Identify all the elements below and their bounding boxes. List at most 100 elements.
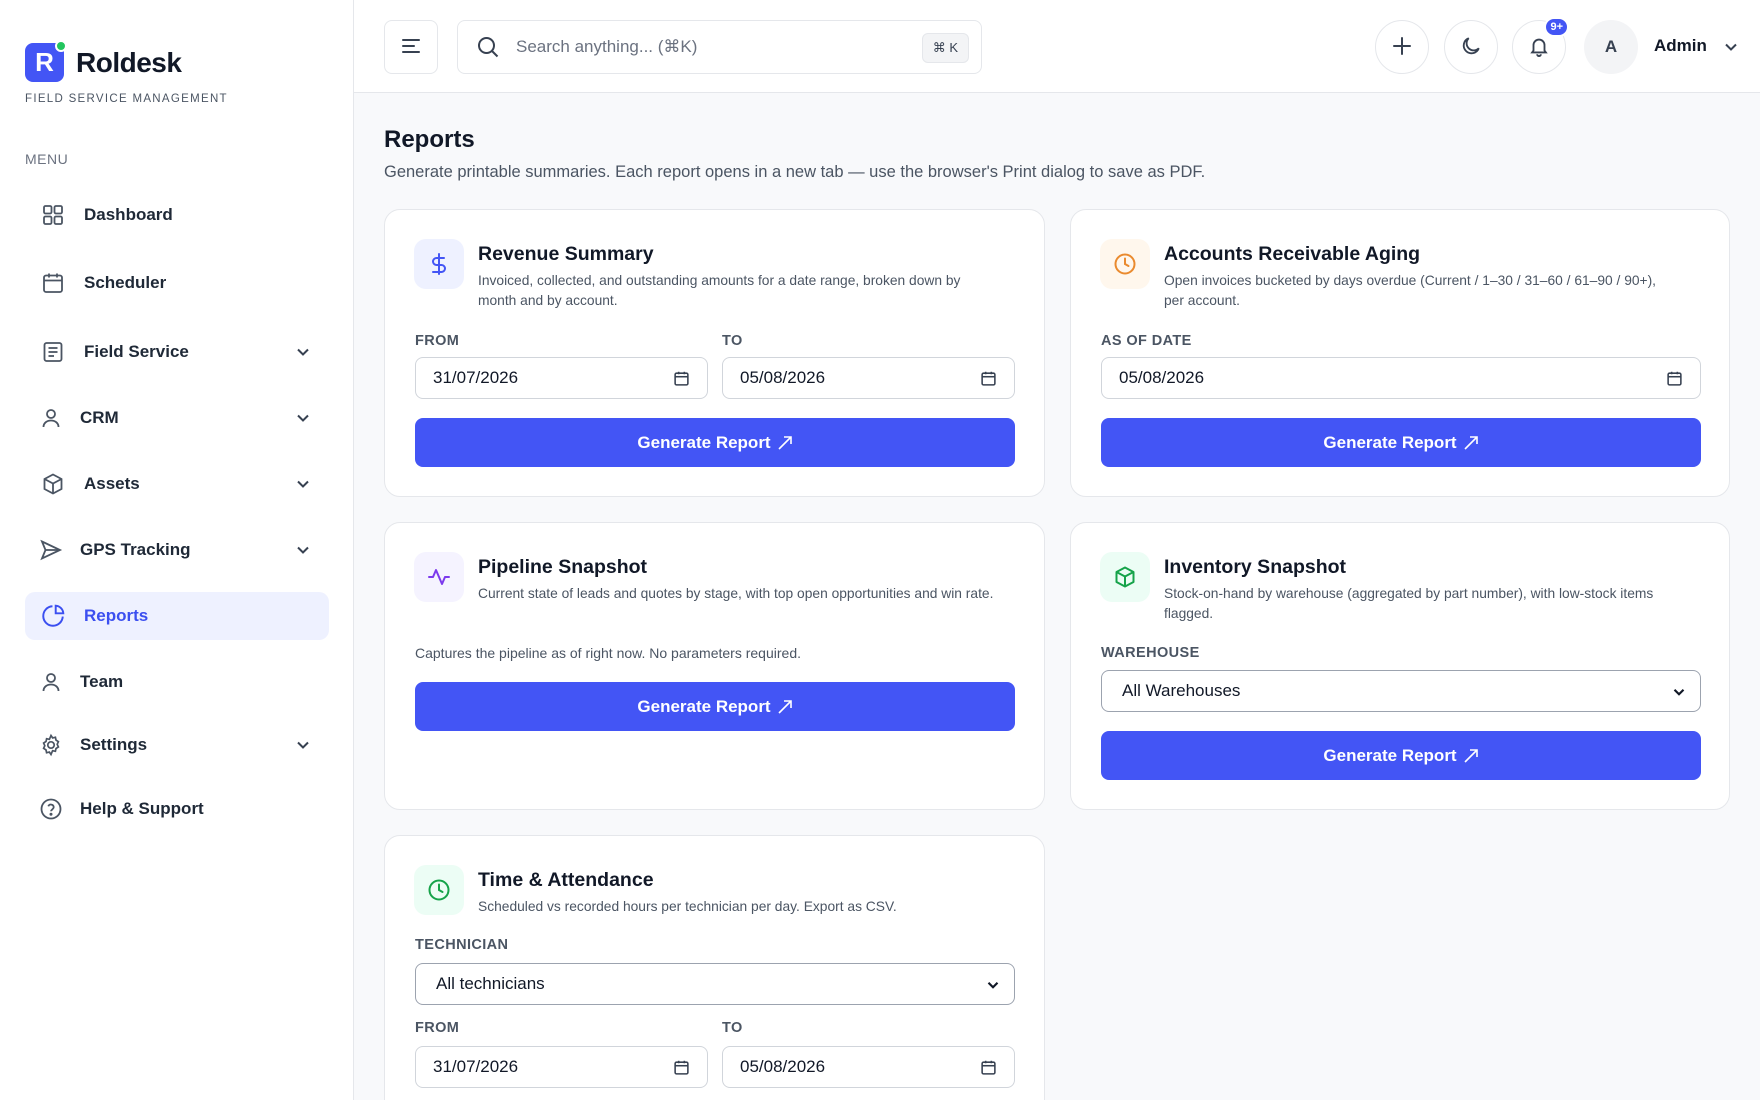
- brand[interactable]: R Roldesk: [25, 40, 182, 82]
- bell-icon: [1528, 35, 1550, 60]
- sidebar-item-dashboard[interactable]: Dashboard: [25, 191, 329, 239]
- user-icon: [38, 405, 64, 431]
- notification-badge: 9+: [1544, 17, 1569, 37]
- chevron-down-icon[interactable]: [1721, 37, 1741, 57]
- generate-report-button[interactable]: Generate Report: [1101, 418, 1701, 467]
- arrow-up-right-icon: [1463, 435, 1479, 451]
- help-icon: [38, 796, 64, 822]
- sidebar-item-team[interactable]: Team: [25, 658, 329, 706]
- theme-toggle-button[interactable]: [1444, 20, 1498, 74]
- card-description: Invoiced, collected, and outstanding amo…: [478, 273, 961, 308]
- notifications-button[interactable]: 9+: [1512, 17, 1569, 74]
- from-label: FROM: [415, 333, 460, 349]
- sidebar-item-label: Team: [80, 672, 124, 691]
- user-name[interactable]: Admin: [1654, 36, 1707, 56]
- date-value: 31/07/2026: [433, 368, 519, 387]
- card-description: Current state of leads and quotes by sta…: [478, 586, 994, 601]
- moon-icon: [1460, 35, 1482, 60]
- as-of-date-input[interactable]: 05/08/2026: [1101, 357, 1701, 399]
- card-title: Revenue Summary: [478, 243, 654, 265]
- card-description: Stock-on-hand by warehouse (aggregated b…: [1164, 586, 1654, 621]
- sidebar-item-field-service[interactable]: Field Service: [25, 328, 329, 376]
- search-input[interactable]: Search anything... (⌘K) ⌘ K: [457, 20, 982, 74]
- calendar-icon[interactable]: [980, 370, 997, 387]
- generate-report-button[interactable]: Generate Report: [1101, 731, 1701, 780]
- user-icon: [38, 669, 64, 695]
- box-icon: [1100, 552, 1150, 602]
- calendar-icon[interactable]: [980, 1059, 997, 1076]
- pie-chart-icon: [40, 603, 66, 629]
- arrow-up-right-icon: [777, 699, 793, 715]
- pipeline-note: Captures the pipeline as of right now. N…: [415, 645, 801, 661]
- calendar-icon[interactable]: [673, 1059, 690, 1076]
- chevron-down-icon[interactable]: [293, 342, 313, 362]
- date-value: 31/07/2026: [433, 1057, 519, 1076]
- select-value: All technicians: [436, 974, 545, 993]
- chevron-down-icon[interactable]: [293, 408, 313, 428]
- sidebar-item-assets[interactable]: Assets: [25, 460, 329, 508]
- from-date-input[interactable]: 31/07/2026: [415, 357, 708, 399]
- calendar-icon: [40, 270, 66, 296]
- brand-name: Roldesk: [76, 46, 182, 78]
- generate-report-button[interactable]: Generate Report: [415, 682, 1015, 731]
- sidebar-item-label: Reports: [84, 606, 149, 625]
- card-title: Pipeline Snapshot: [478, 556, 648, 578]
- page-title: Reports: [384, 126, 475, 153]
- search-shortcut-hint: ⌘ K: [921, 33, 969, 63]
- sidebar: R Roldesk FIELD SERVICE MANAGEMENT MENU …: [0, 0, 354, 1100]
- add-button[interactable]: [1375, 20, 1429, 74]
- arrow-up-right-icon: [1463, 748, 1479, 764]
- sidebar-item-label: Scheduler: [84, 273, 167, 292]
- inventory-snapshot-card: Inventory Snapshot Stock-on-hand by ware…: [1070, 522, 1730, 810]
- card-description: Open invoices bucketed by days overdue (…: [1164, 273, 1657, 308]
- gear-icon: [38, 732, 64, 758]
- sidebar-item-help-support[interactable]: Help & Support: [25, 785, 329, 833]
- sidebar-item-crm[interactable]: CRM: [25, 394, 329, 442]
- menu-section-title: MENU: [25, 151, 69, 167]
- chevron-down-icon[interactable]: [293, 735, 313, 755]
- select-value: All Warehouses: [1122, 681, 1241, 700]
- sidebar-item-settings[interactable]: Settings: [25, 721, 329, 769]
- to-date-input[interactable]: 05/08/2026: [722, 1046, 1015, 1088]
- card-title: Time & Attendance: [478, 869, 654, 891]
- dollar-icon: [414, 239, 464, 289]
- sidebar-item-reports[interactable]: Reports: [25, 592, 329, 640]
- to-date-input[interactable]: 05/08/2026: [722, 357, 1015, 399]
- generate-report-button[interactable]: Generate Report: [415, 418, 1015, 467]
- send-icon: [38, 537, 64, 563]
- pipeline-snapshot-card: Pipeline Snapshot Current state of leads…: [384, 522, 1045, 810]
- avatar[interactable]: A: [1584, 20, 1638, 74]
- arrow-up-right-icon: [777, 435, 793, 451]
- date-value: 05/08/2026: [1119, 368, 1205, 387]
- date-value: 05/08/2026: [740, 368, 826, 387]
- brand-logo: R: [25, 40, 67, 82]
- sidebar-item-gps-tracking[interactable]: GPS Tracking: [25, 526, 329, 574]
- chevron-down-icon[interactable]: [293, 540, 313, 560]
- button-label: Generate Report: [1323, 745, 1457, 765]
- search-placeholder: Search anything... (⌘K): [516, 37, 698, 56]
- page-subtitle: Generate printable summaries. Each repor…: [384, 163, 1206, 181]
- sidebar-item-label: Settings: [80, 735, 148, 754]
- date-value: 05/08/2026: [740, 1057, 826, 1076]
- warehouse-select[interactable]: All Warehouses: [1101, 670, 1701, 712]
- menu-lines-icon: [400, 35, 422, 60]
- button-label: Generate Report: [637, 432, 771, 452]
- sidebar-item-label: GPS Tracking: [80, 540, 191, 559]
- button-label: Generate Report: [637, 696, 771, 716]
- status-dot: [55, 40, 67, 52]
- calendar-icon[interactable]: [1666, 370, 1683, 387]
- card-description: Scheduled vs recorded hours per technici…: [478, 899, 897, 914]
- to-label: TO: [722, 333, 743, 349]
- sidebar-item-scheduler[interactable]: Scheduler: [25, 259, 329, 307]
- chevron-down-icon: [984, 976, 1002, 994]
- ar-aging-card: Accounts Receivable Aging Open invoices …: [1070, 209, 1730, 497]
- sidebar-item-label: Field Service: [84, 342, 189, 361]
- menu-toggle-button[interactable]: [384, 20, 438, 74]
- sidebar-item-label: CRM: [80, 408, 119, 427]
- technician-label: TECHNICIAN: [415, 937, 509, 953]
- revenue-summary-card: Revenue Summary Invoiced, collected, and…: [384, 209, 1045, 497]
- from-date-input[interactable]: 31/07/2026: [415, 1046, 708, 1088]
- technician-select[interactable]: All technicians: [415, 963, 1015, 1005]
- chevron-down-icon[interactable]: [293, 474, 313, 494]
- calendar-icon[interactable]: [673, 370, 690, 387]
